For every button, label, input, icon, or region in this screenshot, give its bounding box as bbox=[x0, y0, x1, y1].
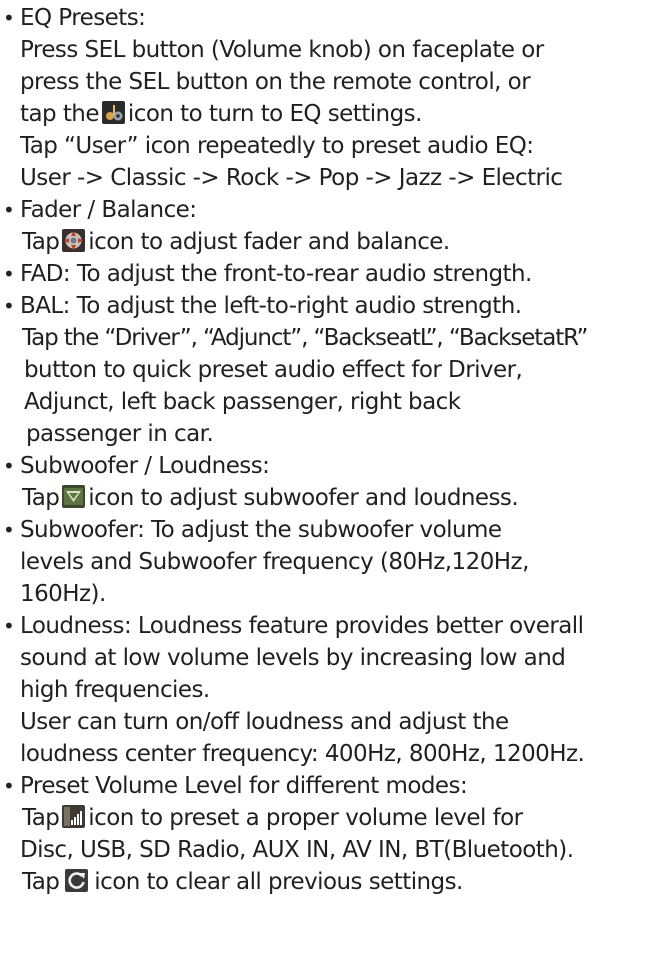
eq-presets-heading: EQ Presets: bbox=[20, 5, 146, 31]
eq-line-3: tap the icon to turn to EQ settings. bbox=[20, 98, 422, 130]
loudness-text: Loudness: Loudness feature provides bett… bbox=[20, 613, 584, 639]
eq-line-2: press the SEL button on the remote contr… bbox=[20, 69, 531, 95]
eq-line-5: User -> Classic -> Rock -> Pop -> Jazz -… bbox=[20, 165, 563, 191]
preset-vol-line-3-post: icon to clear all previous settings. bbox=[94, 869, 463, 895]
fad-text: FAD: To adjust the front-to-rear audio s… bbox=[20, 261, 532, 287]
subwoofer-loudness-heading: Subwoofer / Loudness: bbox=[20, 453, 270, 479]
bullet: • bbox=[3, 774, 15, 798]
eq-line-1: Press SEL button (Volume knob) on facepl… bbox=[20, 37, 544, 63]
bullet: • bbox=[3, 614, 15, 638]
preset-vol-line-2: Disc, USB, SD Radio, AUX IN, AV IN, BT(B… bbox=[20, 837, 574, 863]
subwoofer-line-2: levels and Subwoofer frequency (80Hz,120… bbox=[20, 549, 529, 575]
bal-line-4: Adjunct, left back passenger, right back bbox=[24, 389, 461, 415]
sub-loud-line-1-pre: Tap bbox=[22, 485, 60, 511]
bullet: • bbox=[3, 518, 15, 542]
loudness-line-3: high frequencies. bbox=[20, 677, 210, 703]
fader-line-1-pre: Tap bbox=[22, 229, 60, 255]
loudness-line-4: User can turn on/off loudness and adjust… bbox=[20, 709, 509, 735]
bal-line-2: Tap the “Driver”, “Adjunct”, “BackseatL”… bbox=[22, 325, 588, 351]
manual-page: • EQ Presets: Press SEL button (Volume k… bbox=[0, 0, 645, 969]
bullet: • bbox=[3, 6, 15, 30]
fader-line-1: Tap icon to adjust fader and balance. bbox=[22, 226, 450, 258]
fader-balance-heading: Fader / Balance: bbox=[20, 197, 197, 223]
preset-vol-line-3: Tap icon to clear all previous settings. bbox=[22, 866, 463, 898]
loudness-line-5: loudness center frequency: 400Hz, 800Hz,… bbox=[20, 741, 585, 767]
subwoofer-loudness-icon bbox=[62, 485, 86, 508]
reset-settings-icon bbox=[65, 869, 89, 892]
bal-line-3: button to quick preset audio effect for … bbox=[24, 357, 523, 383]
bullet: • bbox=[3, 294, 15, 318]
fader-balance-icon bbox=[62, 229, 86, 252]
preset-vol-line-1: Tap icon to preset a proper volume level … bbox=[22, 802, 523, 834]
preset-vol-line-3-pre: Tap bbox=[22, 869, 60, 895]
preset-vol-line-1-pre: Tap bbox=[22, 805, 60, 831]
eq-line-3-post: icon to turn to EQ settings. bbox=[127, 101, 422, 127]
bullet: • bbox=[3, 198, 15, 222]
bal-text: BAL: To adjust the left-to-right audio s… bbox=[20, 293, 522, 319]
preset-volume-heading: Preset Volume Level for different modes: bbox=[20, 773, 468, 799]
eq-settings-icon bbox=[101, 101, 125, 124]
loudness-line-2: sound at low volume levels by increasing… bbox=[20, 645, 566, 671]
bullet: • bbox=[3, 262, 15, 286]
preset-vol-line-1-post: icon to preset a proper volume level for bbox=[88, 805, 523, 831]
eq-line-4: Tap “User” icon repeatedly to preset aud… bbox=[20, 133, 534, 159]
sub-loud-line-1: Tap icon to adjust subwoofer and loudness… bbox=[22, 482, 519, 514]
bal-line-5: passenger in car. bbox=[26, 421, 214, 447]
fader-line-1-post: icon to adjust fader and balance. bbox=[88, 229, 450, 255]
sub-loud-line-1-post: icon to adjust subwoofer and loudness. bbox=[88, 485, 519, 511]
bullet: • bbox=[3, 454, 15, 478]
preset-volume-icon bbox=[62, 805, 86, 828]
subwoofer-line-3: 160Hz). bbox=[20, 581, 106, 607]
eq-line-3-pre: tap the bbox=[20, 101, 99, 127]
subwoofer-text: Subwoofer: To adjust the subwoofer volum… bbox=[20, 517, 502, 543]
